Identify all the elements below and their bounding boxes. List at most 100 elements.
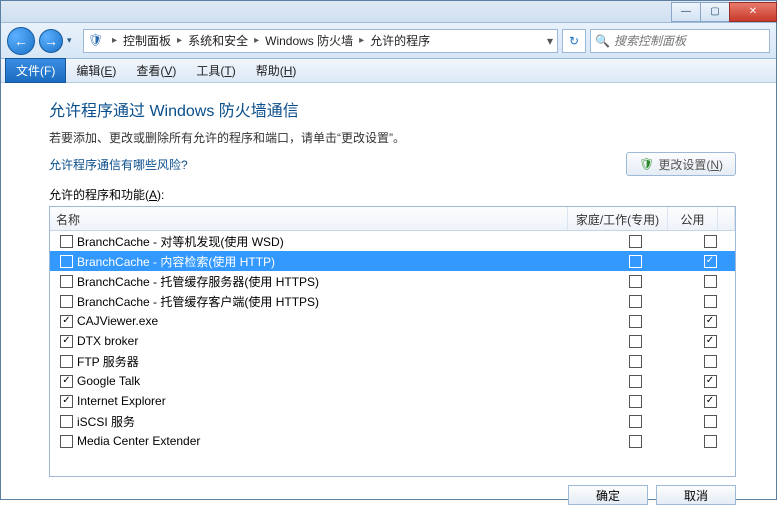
program-name: DTX broker bbox=[77, 334, 138, 348]
home-checkbox[interactable] bbox=[629, 375, 642, 388]
firewall-allowed-programs-window: — ▢ ✕ ← → ▾ 🛡 ▸ 控制面板 ▸ 系统和安全 ▸ Windows 防… bbox=[0, 0, 777, 500]
content-area: 允许程序通过 Windows 防火墙通信 若要添加、更改或删除所有允许的程序和端… bbox=[1, 83, 776, 485]
change-settings-button[interactable]: 🛡 更改设置(N) bbox=[626, 152, 736, 176]
home-checkbox[interactable] bbox=[629, 415, 642, 428]
public-checkbox[interactable] bbox=[704, 435, 717, 448]
table-row[interactable]: BranchCache - 内容检索(使用 HTTP) ✓ bbox=[50, 251, 735, 271]
program-name: Media Center Extender bbox=[77, 434, 200, 448]
public-checkbox[interactable]: ✓ bbox=[704, 375, 717, 388]
breadcrumb-sep-icon: ▸ bbox=[173, 35, 186, 46]
public-checkbox[interactable]: ✓ bbox=[704, 315, 717, 328]
public-checkbox[interactable] bbox=[704, 415, 717, 428]
home-checkbox[interactable] bbox=[629, 315, 642, 328]
public-checkbox[interactable]: ✓ bbox=[704, 335, 717, 348]
risk-link[interactable]: 允许程序通信有哪些风险? bbox=[49, 156, 188, 173]
public-checkbox[interactable] bbox=[704, 355, 717, 368]
enable-checkbox[interactable]: ✓ bbox=[60, 395, 73, 408]
table-row[interactable]: BranchCache - 托管缓存客户端(使用 HTTPS) bbox=[50, 291, 735, 311]
refresh-icon: ↻ bbox=[569, 34, 579, 48]
page-subtext: 若要添加、更改或删除所有允许的程序和端口，请单击“更改设置”。 bbox=[49, 129, 736, 146]
enable-checkbox[interactable] bbox=[60, 255, 73, 268]
shield-icon: 🛡 bbox=[88, 33, 104, 49]
search-input[interactable] bbox=[614, 34, 765, 48]
table-row[interactable]: ✓Google Talk✓ bbox=[50, 371, 735, 391]
search-icon: 🔍 bbox=[595, 34, 610, 48]
dialog-buttons: 确定 取消 bbox=[1, 485, 776, 499]
uac-shield-icon: 🛡 bbox=[639, 157, 654, 171]
cancel-button[interactable]: 取消 bbox=[656, 485, 736, 505]
enable-checkbox[interactable] bbox=[60, 435, 73, 448]
table-row[interactable]: BranchCache - 对等机发现(使用 WSD) bbox=[50, 231, 735, 251]
minimize-button[interactable]: — bbox=[671, 2, 701, 22]
title-bar: — ▢ ✕ bbox=[1, 1, 776, 23]
home-checkbox[interactable] bbox=[629, 235, 642, 248]
enable-checkbox[interactable] bbox=[60, 295, 73, 308]
breadcrumb-seg-control-panel[interactable]: 控制面板 bbox=[121, 32, 173, 49]
table-row[interactable]: iSCSI 服务 bbox=[50, 411, 735, 431]
home-checkbox[interactable] bbox=[629, 395, 642, 408]
breadcrumb-seg-system-security[interactable]: 系统和安全 bbox=[186, 32, 250, 49]
table-row[interactable]: BranchCache - 托管缓存服务器(使用 HTTPS) bbox=[50, 271, 735, 291]
column-header-public[interactable]: 公用 bbox=[668, 207, 718, 230]
forward-button[interactable]: → bbox=[39, 29, 63, 53]
close-button[interactable]: ✕ bbox=[729, 2, 777, 22]
menu-help[interactable]: 帮助(H) bbox=[246, 62, 307, 79]
menu-bar: 文件(F) 编辑(E) 查看(V) 工具(T) 帮助(H) bbox=[1, 59, 776, 83]
nav-history-dropdown[interactable]: ▾ bbox=[67, 35, 79, 46]
column-header-name[interactable]: 名称 bbox=[50, 207, 568, 230]
public-checkbox[interactable]: ✓ bbox=[704, 395, 717, 408]
home-checkbox[interactable] bbox=[629, 435, 642, 448]
allowed-programs-table: 名称 家庭/工作(专用) 公用 BranchCache - 对等机发现(使用 W… bbox=[49, 206, 736, 477]
change-settings-label: 更改设置(N) bbox=[658, 156, 723, 173]
home-checkbox[interactable] bbox=[629, 355, 642, 368]
public-checkbox[interactable] bbox=[704, 295, 717, 308]
breadcrumb-seg-allowed-programs[interactable]: 允许的程序 bbox=[368, 32, 432, 49]
enable-checkbox[interactable] bbox=[60, 275, 73, 288]
program-name: Internet Explorer bbox=[77, 394, 166, 408]
ok-button[interactable]: 确定 bbox=[568, 485, 648, 505]
menu-file[interactable]: 文件(F) bbox=[5, 58, 66, 83]
public-checkbox[interactable] bbox=[704, 275, 717, 288]
home-checkbox[interactable] bbox=[629, 255, 642, 268]
program-name: iSCSI 服务 bbox=[77, 413, 135, 430]
public-checkbox[interactable] bbox=[704, 235, 717, 248]
table-body[interactable]: BranchCache - 对等机发现(使用 WSD)BranchCache -… bbox=[50, 231, 735, 476]
search-box[interactable]: 🔍 bbox=[590, 29, 770, 53]
table-header: 名称 家庭/工作(专用) 公用 bbox=[50, 207, 735, 231]
program-name: BranchCache - 托管缓存服务器(使用 HTTPS) bbox=[77, 273, 319, 290]
back-button[interactable]: ← bbox=[7, 27, 35, 55]
back-arrow-icon: ← bbox=[14, 33, 28, 49]
enable-checkbox[interactable]: ✓ bbox=[60, 335, 73, 348]
breadcrumb-seg-windows-firewall[interactable]: Windows 防火墙 bbox=[263, 32, 355, 49]
enable-checkbox[interactable] bbox=[60, 235, 73, 248]
enable-checkbox[interactable] bbox=[60, 415, 73, 428]
table-row[interactable]: ✓ DTX broker ✓ bbox=[50, 331, 735, 351]
breadcrumb-bar[interactable]: 🛡 ▸ 控制面板 ▸ 系统和安全 ▸ Windows 防火墙 ▸ 允许的程序 ▾ bbox=[83, 29, 558, 53]
maximize-button[interactable]: ▢ bbox=[700, 2, 730, 22]
column-header-home[interactable]: 家庭/工作(专用) bbox=[568, 207, 668, 230]
enable-checkbox[interactable] bbox=[60, 355, 73, 368]
program-name: CAJViewer.exe bbox=[77, 314, 158, 328]
home-checkbox[interactable] bbox=[629, 275, 642, 288]
public-checkbox[interactable]: ✓ bbox=[704, 255, 717, 268]
program-name: BranchCache - 对等机发现(使用 WSD) bbox=[77, 233, 284, 250]
table-row[interactable]: ✓ CAJViewer.exe ✓ bbox=[50, 311, 735, 331]
menu-view[interactable]: 查看(V) bbox=[126, 62, 186, 79]
home-checkbox[interactable] bbox=[629, 335, 642, 348]
enable-checkbox[interactable]: ✓ bbox=[60, 315, 73, 328]
forward-arrow-icon: → bbox=[44, 33, 58, 49]
enable-checkbox[interactable]: ✓ bbox=[60, 375, 73, 388]
breadcrumb-sep-icon: ▸ bbox=[250, 35, 263, 46]
home-checkbox[interactable] bbox=[629, 295, 642, 308]
navigation-bar: ← → ▾ 🛡 ▸ 控制面板 ▸ 系统和安全 ▸ Windows 防火墙 ▸ 允… bbox=[1, 23, 776, 59]
table-row[interactable]: ✓ Internet Explorer ✓ bbox=[50, 391, 735, 411]
table-row[interactable]: Media Center Extender bbox=[50, 431, 735, 451]
program-name: FTP 服务器 bbox=[77, 353, 139, 370]
program-name: BranchCache - 托管缓存客户端(使用 HTTPS) bbox=[77, 293, 319, 310]
breadcrumb-dropdown-icon[interactable]: ▾ bbox=[547, 34, 553, 48]
menu-tools[interactable]: 工具(T) bbox=[186, 62, 245, 79]
refresh-button[interactable]: ↻ bbox=[562, 29, 586, 53]
program-name: BranchCache - 内容检索(使用 HTTP) bbox=[77, 253, 275, 270]
table-row[interactable]: FTP 服务器 bbox=[50, 351, 735, 371]
menu-edit[interactable]: 编辑(E) bbox=[66, 62, 126, 79]
